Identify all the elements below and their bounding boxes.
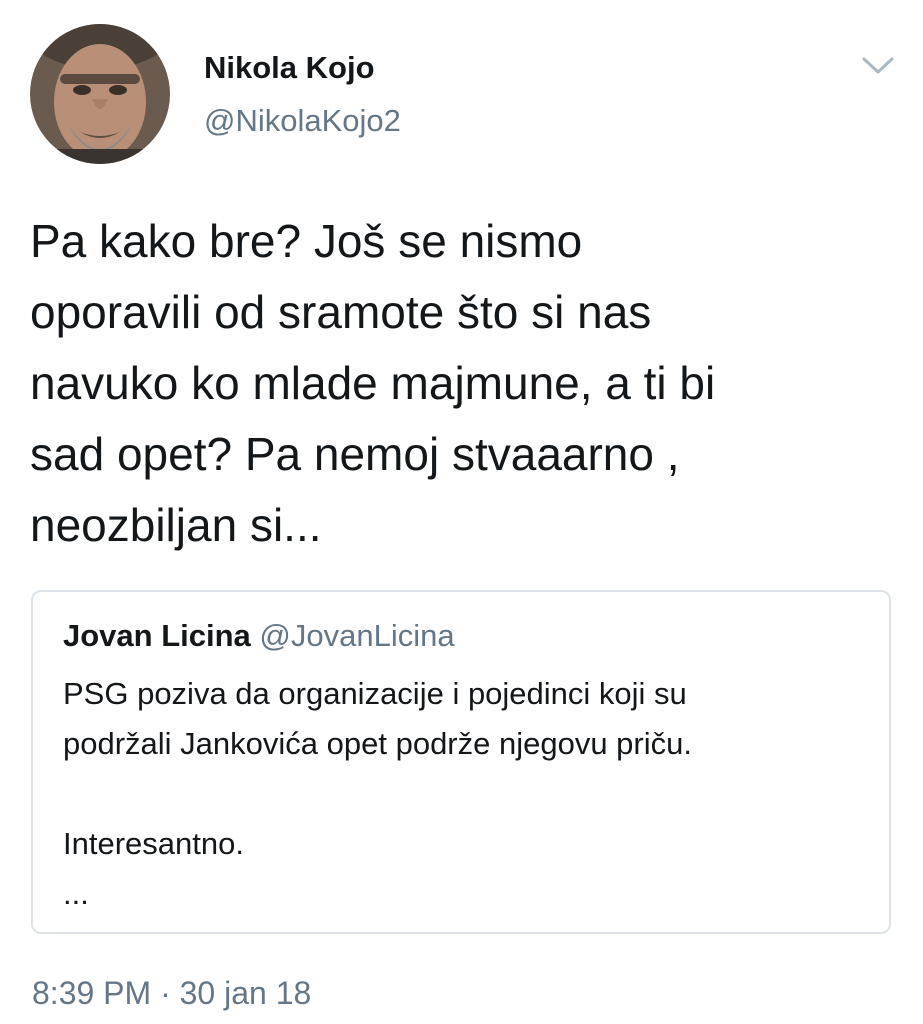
chevron-down-icon [862,57,894,74]
quoted-text-line: PSG poziva da organizacije i pojedinci k… [63,676,687,711]
tweet-text-line: Pa kako bre? Još se nismo [30,215,583,267]
quoted-text-line [63,769,883,819]
quoted-tweet-header: Jovan Licina @JovanLicina [63,618,455,654]
quoted-text-line: Interesantno. [63,826,244,861]
tweet-menu-button[interactable] [858,50,898,80]
tweet-text-line: neozbiljan si... [30,499,322,551]
tweet-text-line: oporavili od sramote što si nas [30,286,652,338]
quoted-tweet-card[interactable]: Jovan Licina @JovanLicina PSG poziva da … [31,590,891,934]
tweet-timestamp[interactable]: 8:39 PM · 30 jan 18 [32,975,311,1012]
quoted-text-line: ... [63,876,89,911]
tweet-text: Pa kako bre? Još se nismo oporavili od s… [30,206,900,561]
quoted-author-name: Jovan Licina [63,618,251,653]
tweet-text-line: sad opet? Pa nemoj stvaaarno , [30,428,680,480]
avatar-photo [30,24,170,164]
quoted-tweet-text: PSG poziva da organizacije i pojedinci k… [63,669,883,919]
author-handle[interactable]: @NikolaKojo2 [204,103,401,139]
quoted-author-handle: @JovanLicina [259,618,455,653]
tweet-text-line: navuko ko mlade majmune, a ti bi [30,357,716,409]
author-avatar[interactable] [30,24,170,164]
quoted-text-line: podržali Jankovića opet podrže njegovu p… [63,726,692,761]
author-name[interactable]: Nikola Kojo [204,50,375,86]
